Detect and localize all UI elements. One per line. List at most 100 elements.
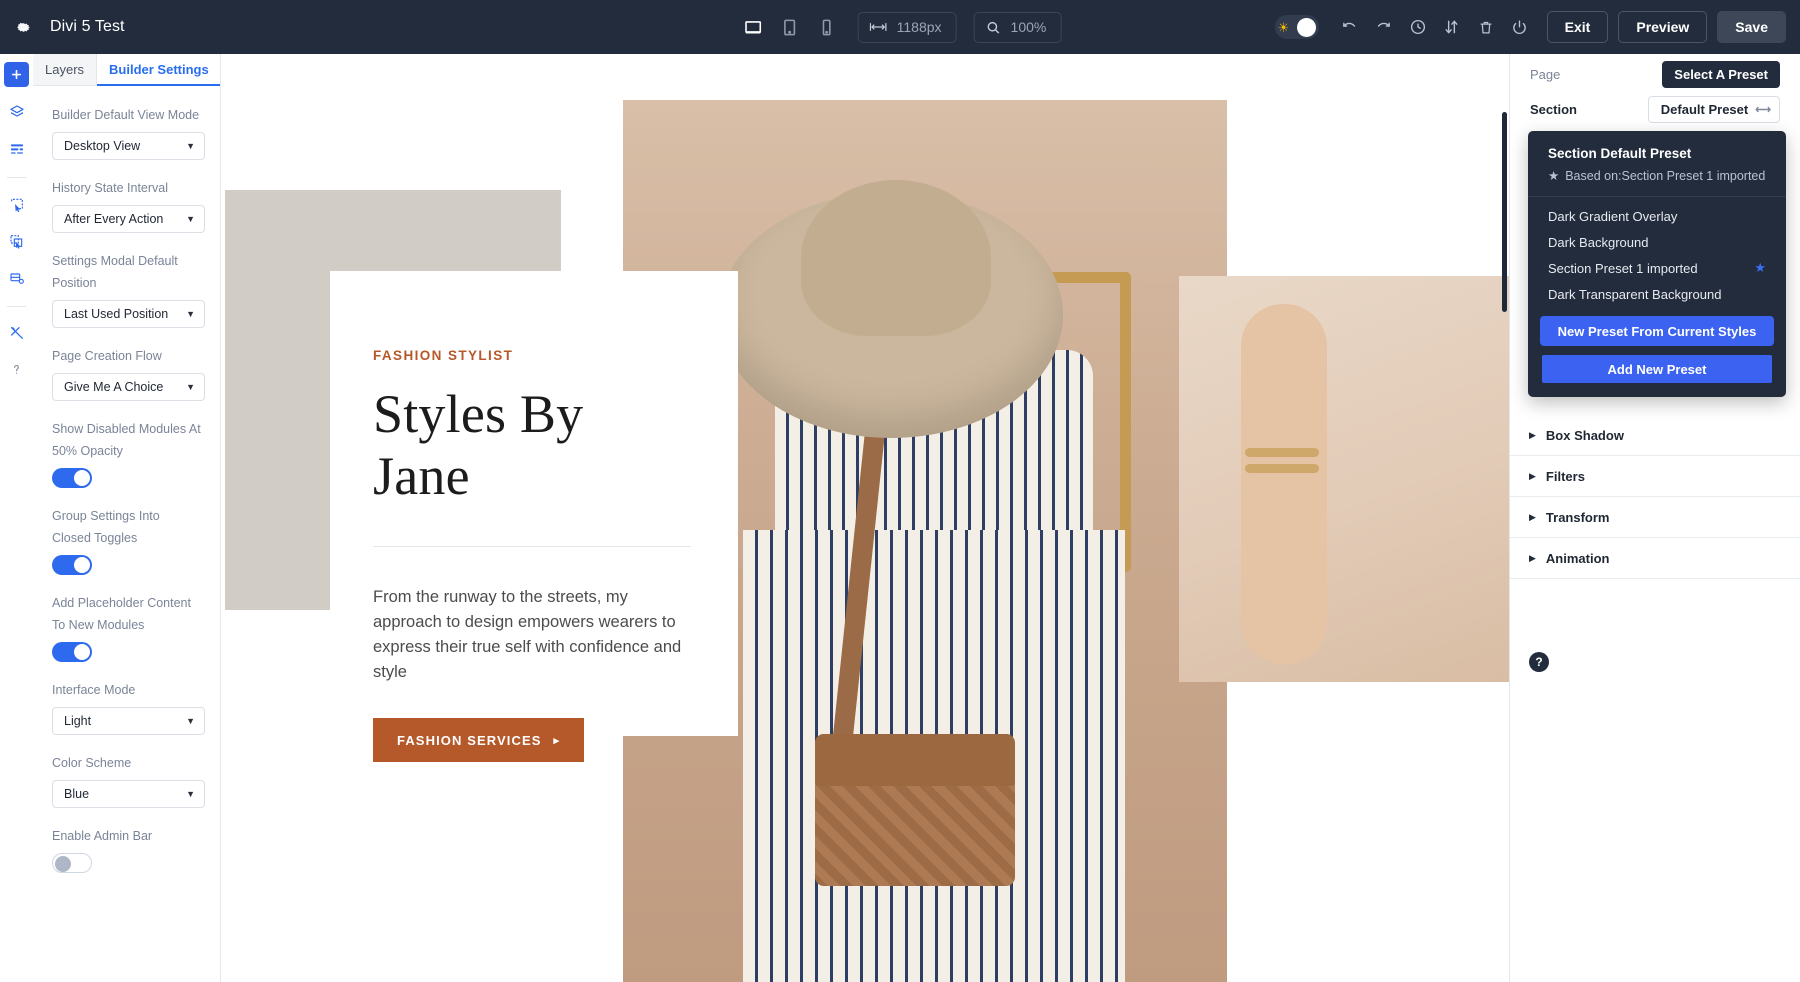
field-show-disabled-modules: Show Disabled Modules At 50% Opacity xyxy=(52,418,201,488)
help-icon[interactable]: ? xyxy=(1529,652,1549,672)
hero-eyebrow: FASHION STYLIST xyxy=(373,348,691,363)
portability-icon[interactable] xyxy=(4,265,29,290)
select-value: Light xyxy=(64,714,91,728)
secondary-image xyxy=(1179,276,1509,682)
preset-item-section-preset-1-imported[interactable]: Section Preset 1 imported ★ xyxy=(1528,255,1786,281)
toggle-add-placeholder-content[interactable] xyxy=(52,642,92,662)
power-icon[interactable] xyxy=(1503,10,1537,44)
select-page-creation-flow[interactable]: Give Me A Choice ▼ xyxy=(52,373,205,401)
section-label: Section xyxy=(1530,102,1577,117)
light-dark-toggle[interactable]: ☀ xyxy=(1275,15,1319,39)
toggle-group-settings[interactable] xyxy=(52,555,92,575)
exit-button[interactable]: Exit xyxy=(1547,11,1609,43)
canvas-scrollbar[interactable] xyxy=(1502,112,1507,312)
preset-label: Dark Background xyxy=(1548,235,1648,250)
wireframe-icon[interactable] xyxy=(4,136,29,161)
question-icon[interactable] xyxy=(4,357,29,382)
star-icon[interactable]: ★ xyxy=(1754,260,1766,276)
page-label: Page xyxy=(1530,67,1560,82)
accordion-box-shadow[interactable]: ▶ Box Shadow xyxy=(1510,415,1800,456)
select-value: Last Used Position xyxy=(64,307,168,321)
field-label: Add Placeholder Content To New Modules xyxy=(52,592,201,636)
topbar-actions: ☀ xyxy=(1275,10,1786,44)
toggle-knob xyxy=(74,644,90,660)
tablet-icon[interactable] xyxy=(776,13,804,41)
preview-button[interactable]: Preview xyxy=(1618,11,1707,43)
section-settings-panel: Page Select A Preset Section Default Pre… xyxy=(1509,54,1800,982)
canvas-width-field[interactable]: 1188px xyxy=(858,12,957,43)
history-clock-icon[interactable] xyxy=(1401,10,1435,44)
zoom-field[interactable]: 100% xyxy=(974,12,1062,43)
bracelet-1 xyxy=(1245,448,1319,457)
add-new-preset-button[interactable]: Add New Preset xyxy=(1540,353,1774,385)
select-section-icon[interactable] xyxy=(4,191,29,216)
select-a-preset-button[interactable]: Select A Preset xyxy=(1662,61,1780,88)
accordion-transform[interactable]: ▶ Transform xyxy=(1510,497,1800,538)
tab-builder-settings[interactable]: Builder Settings xyxy=(97,54,221,86)
viewport-controls: 1188px 100% xyxy=(739,12,1062,43)
chevron-down-icon: ▼ xyxy=(186,141,195,151)
chevron-down-icon: ▼ xyxy=(186,716,195,726)
layers-icon[interactable] xyxy=(4,99,29,124)
toggle-knob xyxy=(74,470,90,486)
chevron-down-icon: ▼ xyxy=(186,309,195,319)
select-module-icon[interactable] xyxy=(4,228,29,253)
field-builder-default-view-mode: Builder Default View Mode Desktop View ▼ xyxy=(52,104,201,160)
select-value: Blue xyxy=(64,787,89,801)
field-label: History State Interval xyxy=(52,177,201,199)
accordion-filters[interactable]: ▶ Filters xyxy=(1510,456,1800,497)
select-interface-mode[interactable]: Light ▼ xyxy=(52,707,205,735)
fashion-services-button[interactable]: FASHION SERVICES ▸ xyxy=(373,718,584,762)
chevron-right-icon: ▶ xyxy=(1529,512,1536,523)
tab-layers[interactable]: Layers xyxy=(33,54,97,85)
select-history-state-interval[interactable]: After Every Action ▼ xyxy=(52,205,205,233)
field-page-creation-flow: Page Creation Flow Give Me A Choice ▼ xyxy=(52,345,201,401)
dots-icon: ⟷ xyxy=(1755,103,1770,116)
accordion-label: Transform xyxy=(1546,510,1610,525)
select-settings-modal-default-position[interactable]: Last Used Position ▼ xyxy=(52,300,205,328)
field-label: Color Scheme xyxy=(52,752,201,774)
sun-icon: ☀ xyxy=(1278,21,1290,34)
save-button[interactable]: Save xyxy=(1717,11,1786,43)
hero-body-text: From the runway to the streets, my appro… xyxy=(373,585,691,685)
responsive-sort-icon[interactable] xyxy=(1435,10,1469,44)
panel-tabs: Layers Builder Settings xyxy=(33,54,220,86)
hero-headline: Styles By Jane xyxy=(373,383,691,507)
top-toolbar: Divi 5 Test 1188px xyxy=(0,0,1800,54)
preset-item-dark-gradient-overlay[interactable]: Dark Gradient Overlay xyxy=(1528,203,1786,229)
preset-label: Dark Gradient Overlay xyxy=(1548,209,1677,224)
plus-icon[interactable] xyxy=(4,62,29,87)
page-preset-row: Page Select A Preset xyxy=(1510,57,1800,92)
new-preset-from-current-styles-button[interactable]: New Preset From Current Styles xyxy=(1540,316,1774,346)
model-arm xyxy=(1241,304,1327,664)
preset-label: Section Preset 1 imported xyxy=(1548,261,1698,276)
toggle-knob xyxy=(55,856,71,872)
gear-icon[interactable] xyxy=(0,0,46,54)
default-preset-button[interactable]: Default Preset ⟷ xyxy=(1648,96,1780,123)
preset-item-dark-transparent-background[interactable]: Dark Transparent Background xyxy=(1528,281,1786,307)
toggle-enable-admin-bar[interactable] xyxy=(52,853,92,873)
field-interface-mode: Interface Mode Light ▼ xyxy=(52,679,201,735)
chevron-right-icon: ▶ xyxy=(1529,553,1536,564)
dropdown-divider xyxy=(1528,196,1786,197)
select-value: Give Me A Choice xyxy=(64,380,163,394)
hero-text-card: FASHION STYLIST Styles By Jane From the … xyxy=(330,271,738,736)
preset-item-dark-background[interactable]: Dark Background xyxy=(1528,229,1786,255)
accordion-animation[interactable]: ▶ Animation xyxy=(1510,538,1800,579)
page-title: Divi 5 Test xyxy=(50,18,125,36)
tools-icon[interactable] xyxy=(4,320,29,345)
select-value: Desktop View xyxy=(64,139,140,153)
select-color-scheme[interactable]: Blue ▼ xyxy=(52,780,205,808)
field-history-state-interval: History State Interval After Every Actio… xyxy=(52,177,201,233)
toggle-show-disabled-modules[interactable] xyxy=(52,468,92,488)
select-builder-default-view-mode[interactable]: Desktop View ▼ xyxy=(52,132,205,160)
monitor-icon[interactable] xyxy=(739,13,767,41)
undo-icon[interactable] xyxy=(1333,10,1367,44)
phone-icon[interactable] xyxy=(813,13,841,41)
hero-divider xyxy=(373,546,691,547)
trash-icon[interactable] xyxy=(1469,10,1503,44)
based-on-text: Based on:Section Preset 1 imported xyxy=(1565,169,1765,183)
redo-icon[interactable] xyxy=(1367,10,1401,44)
builder-canvas[interactable]: FASHION STYLIST Styles By Jane From the … xyxy=(221,54,1509,982)
accordion-list: ▶ Box Shadow ▶ Filters ▶ Transform ▶ Ani… xyxy=(1510,415,1800,579)
